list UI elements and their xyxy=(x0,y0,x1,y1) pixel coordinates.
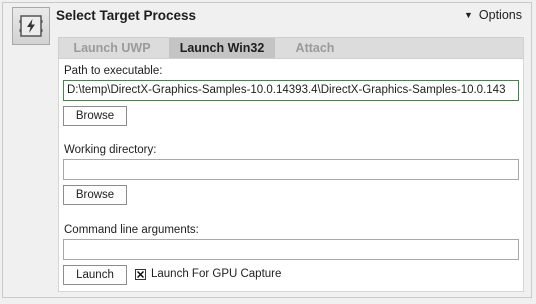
caret-down-icon: ▼ xyxy=(463,10,473,20)
path-label: Path to executable: xyxy=(64,65,163,77)
select-target-process-window: Select Target Process ▼ Options Launch UW… xyxy=(2,2,532,298)
browse-directory-button[interactable]: Browse xyxy=(63,185,127,205)
tab-strip: Launch UWP Launch Win32 Attach xyxy=(58,37,524,59)
launch-button[interactable]: Launch xyxy=(63,265,127,285)
gpu-capture-label: Launch For GPU Capture xyxy=(151,268,282,280)
working-directory-input[interactable] xyxy=(63,159,519,180)
tab-launch-win32[interactable]: Launch Win32 xyxy=(169,38,275,58)
path-to-executable-input[interactable]: D:\temp\DirectX-Graphics-Samples-10.0.14… xyxy=(63,80,519,101)
tab-launch-uwp[interactable]: Launch UWP xyxy=(59,38,165,58)
gpu-capture-checkbox[interactable] xyxy=(135,269,146,280)
browse-executable-button[interactable]: Browse xyxy=(63,106,127,126)
checkmark-x-icon xyxy=(137,271,144,278)
app-icon xyxy=(12,7,50,45)
options-label: Options xyxy=(478,8,522,22)
tab-attach[interactable]: Attach xyxy=(279,38,351,58)
command-line-arguments-input[interactable] xyxy=(63,239,519,260)
command-line-arguments-label: Command line arguments: xyxy=(64,224,199,236)
options-menu[interactable]: ▼ Options xyxy=(464,8,522,22)
lightning-icon xyxy=(19,15,43,37)
launch-win32-panel: Path to executable: D:\temp\DirectX-Grap… xyxy=(58,59,524,292)
window-title: Select Target Process xyxy=(56,8,197,23)
working-directory-label: Working directory: xyxy=(64,144,157,156)
